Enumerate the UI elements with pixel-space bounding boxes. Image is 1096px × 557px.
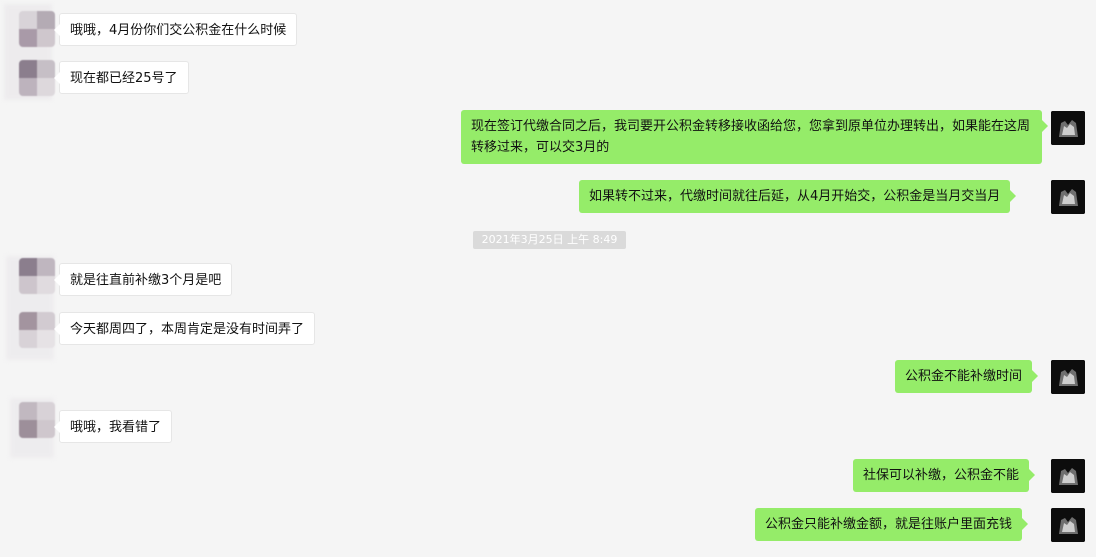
message-bubble-sent[interactable]: 公积金不能补缴时间	[895, 360, 1039, 393]
message-bubble-sent[interactable]: 公积金只能补缴金额，就是往账户里面充钱	[755, 508, 1029, 541]
own-avatar-icon[interactable]	[1051, 111, 1085, 145]
contact-avatar-icon[interactable]	[19, 60, 55, 96]
contact-avatar-icon[interactable]	[19, 11, 55, 47]
message-bubble-received[interactable]: 今天都周四了，本周肯定是没有时间弄了	[53, 312, 316, 345]
message-bubble-received[interactable]: 哦哦，我看错了	[53, 410, 173, 443]
own-avatar-icon[interactable]	[1051, 459, 1085, 493]
message-bubble-received[interactable]: 哦哦，4月份你们交公积金在什么时候	[53, 13, 298, 46]
own-avatar-icon[interactable]	[1051, 180, 1085, 214]
message-timestamp: 2021年3月25日 上午 8:49	[473, 231, 626, 249]
message-text: 现在签订代缴合同之后，我司要开公积金转移接收函给您，您拿到原单位办理转出，如果能…	[471, 119, 1031, 155]
message-bubble-sent[interactable]: 社保可以补缴，公积金不能	[853, 459, 1036, 492]
message-text: 现在都已经25号了	[70, 71, 178, 86]
message-text: 公积金只能补缴金额，就是往账户里面充钱	[765, 517, 1013, 532]
message-bubble-sent[interactable]: 如果转不过来，代缴时间就往后延，从4月开始交，公积金是当月交当月	[579, 180, 1017, 213]
chat-window: 哦哦，4月份你们交公积金在什么时候 现在都已经25号了 现在签订代缴合同之后，我…	[0, 0, 1096, 557]
contact-avatar-icon[interactable]	[19, 258, 55, 294]
message-text: 今天都周四了，本周肯定是没有时间弄了	[70, 322, 305, 337]
message-text: 哦哦，我看错了	[70, 420, 162, 435]
message-bubble-received[interactable]: 现在都已经25号了	[54, 61, 189, 94]
message-text: 公积金不能补缴时间	[905, 369, 1023, 384]
own-avatar-icon[interactable]	[1051, 508, 1085, 542]
contact-avatar-icon[interactable]	[19, 312, 55, 348]
message-text: 哦哦，4月份你们交公积金在什么时候	[70, 23, 287, 38]
message-text: 就是往直前补缴3个月是吧	[70, 273, 222, 288]
message-bubble-received[interactable]: 就是往直前补缴3个月是吧	[53, 263, 233, 296]
message-text: 社保可以补缴，公积金不能	[863, 468, 1020, 483]
contact-avatar-icon[interactable]	[19, 402, 55, 438]
message-bubble-sent[interactable]: 现在签订代缴合同之后，我司要开公积金转移接收函给您，您拿到原单位办理转出，如果能…	[461, 110, 1048, 164]
own-avatar-icon[interactable]	[1051, 360, 1085, 394]
message-text: 如果转不过来，代缴时间就往后延，从4月开始交，公积金是当月交当月	[589, 189, 1001, 204]
